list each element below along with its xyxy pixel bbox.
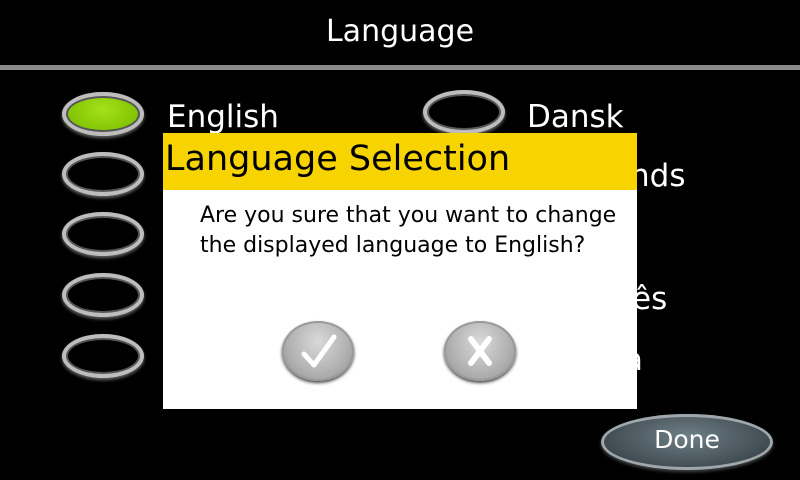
- radio-language-5[interactable]: [62, 334, 144, 378]
- done-button-label: Done: [654, 425, 720, 454]
- language-label-english[interactable]: English: [167, 99, 279, 135]
- x-icon: [468, 336, 492, 366]
- checkmark-icon: [301, 334, 337, 368]
- language-label-right-4[interactable]: ês: [632, 281, 667, 317]
- radio-language-2[interactable]: [62, 152, 144, 196]
- confirm-button[interactable]: [282, 321, 354, 381]
- dialog-title: Language Selection: [165, 139, 511, 179]
- radio-english[interactable]: [62, 92, 144, 136]
- header-divider: [0, 65, 800, 70]
- page-title: Language: [325, 14, 475, 49]
- dialog-message: Are you sure that you want to change the…: [200, 203, 617, 258]
- done-button[interactable]: Done: [601, 414, 773, 470]
- cancel-button[interactable]: [444, 321, 516, 381]
- radio-language-3[interactable]: [62, 212, 144, 256]
- dialog-header: Language Selection: [163, 133, 637, 190]
- radio-language-4[interactable]: [62, 273, 144, 317]
- language-selection-dialog: Language Selection Are you sure that you…: [163, 133, 637, 409]
- language-label-dansk[interactable]: Dansk: [527, 99, 624, 135]
- language-label-right-2[interactable]: nds: [630, 158, 685, 194]
- radio-dansk[interactable]: [423, 90, 505, 134]
